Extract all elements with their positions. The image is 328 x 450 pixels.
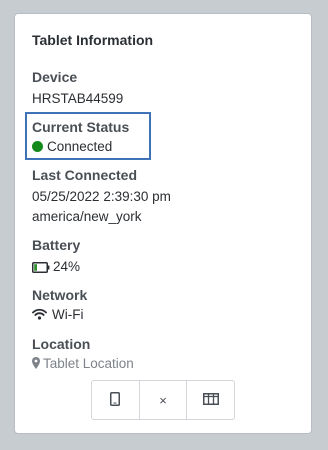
location-value: Tablet Location <box>43 356 134 371</box>
location-label: Location <box>32 336 91 352</box>
battery-value-row: 24% <box>32 259 80 276</box>
device-value: HRSTAB44599 <box>32 91 124 106</box>
network-value: Wi-Fi <box>52 307 84 322</box>
battery-label: Battery <box>32 237 81 253</box>
last-connected-label: Last Connected <box>32 167 138 183</box>
battery-icon <box>32 261 50 276</box>
tablet-button[interactable] <box>92 381 140 419</box>
network-label: Network <box>32 287 88 303</box>
close-button[interactable]: × <box>140 381 188 419</box>
battery-value: 24% <box>53 259 81 274</box>
network-value-row: Wi-Fi <box>32 307 83 323</box>
last-connected-timezone: america/new_york <box>32 209 142 224</box>
action-button-group: × <box>91 380 235 420</box>
current-status-value-row: Connected <box>32 139 112 154</box>
device-label: Device <box>32 69 78 85</box>
tablet-info-card: Tablet Information Device HRSTAB44599 Cu… <box>14 13 312 434</box>
location-value-row[interactable]: Tablet Location <box>32 356 134 372</box>
current-status-label: Current Status <box>32 119 130 135</box>
tablet-icon <box>110 391 121 409</box>
card-title: Tablet Information <box>32 32 154 48</box>
columns-icon <box>202 392 219 408</box>
current-status-value: Connected <box>47 139 113 154</box>
close-icon: × <box>159 392 167 408</box>
map-marker-icon <box>32 357 40 372</box>
last-connected-datetime: 05/25/2022 2:39:30 pm <box>32 189 171 204</box>
columns-button[interactable] <box>187 381 234 419</box>
status-dot-icon <box>32 141 43 152</box>
wifi-icon <box>32 308 47 323</box>
